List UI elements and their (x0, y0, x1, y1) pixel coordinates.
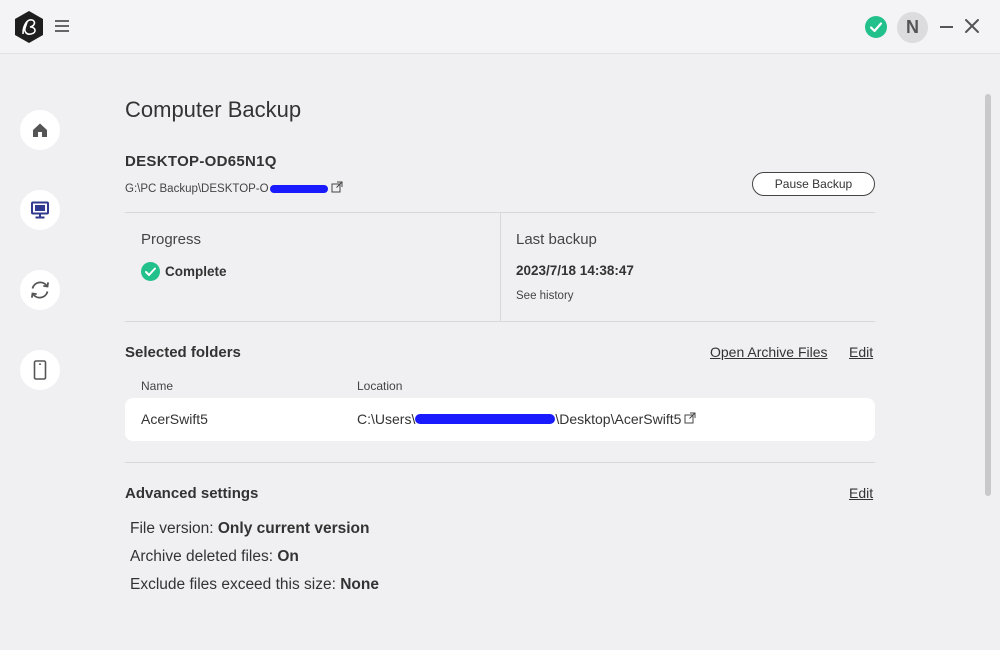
setting-label: Exclude files exceed this size: (130, 576, 341, 593)
device-path-text: G:\PC Backup\DESKTOP-O (125, 182, 269, 195)
sidebar-phone-backup-button[interactable] (20, 350, 60, 390)
progress-status-text: Complete (165, 264, 227, 279)
last-backup-time: 2023/7/18 14:38:47 (516, 263, 634, 278)
sidebar-computer-backup-button[interactable] (20, 190, 60, 230)
redaction-mark (415, 414, 556, 424)
home-icon (33, 123, 47, 137)
title-bar: N (0, 0, 1000, 54)
folder-location: C:\Users\ \Desktop\AcerSwift5 (357, 411, 696, 427)
divider-vertical (500, 213, 501, 321)
setting-value: Only current version (217, 520, 370, 537)
see-history-link[interactable]: See history (516, 290, 574, 302)
divider (125, 462, 875, 463)
selected-folders-title: Selected folders (125, 344, 241, 361)
advanced-settings-title: Advanced settings (125, 485, 259, 502)
progress-status: Complete (141, 262, 227, 281)
external-link-icon[interactable] (331, 181, 343, 196)
setting-exclude-size: Exclude files exceed this size: None (130, 576, 379, 594)
device-backup-path: G:\PC Backup\DESKTOP-O (125, 181, 343, 196)
setting-label: File version: (130, 520, 218, 537)
folder-location-suffix: \Desktop\AcerSwift5 (555, 411, 682, 427)
avatar[interactable]: N (897, 12, 928, 43)
progress-label: Progress (141, 231, 202, 248)
redaction-mark (269, 184, 328, 193)
setting-archive-deleted: Archive deleted files: On (130, 548, 299, 566)
folder-name: AcerSwift5 (141, 411, 208, 427)
monitor-icon (31, 201, 49, 219)
check-circle-icon[interactable] (865, 16, 887, 38)
setting-value: On (277, 548, 299, 565)
scrollbar-thumb[interactable] (985, 94, 991, 496)
sidebar-home-button[interactable] (20, 110, 60, 150)
page-title: Computer Backup (125, 97, 302, 122)
column-header-location: Location (357, 379, 403, 393)
sync-icon (31, 281, 49, 299)
phone-icon (33, 360, 47, 380)
pause-backup-button[interactable]: Pause Backup (752, 172, 875, 196)
hamburger-menu-icon[interactable] (54, 17, 72, 37)
check-circle-icon (141, 262, 160, 281)
setting-value: None (340, 576, 379, 593)
device-name: DESKTOP-OD65N1Q (125, 153, 277, 170)
close-icon[interactable] (962, 16, 982, 36)
sidebar-sync-button[interactable] (20, 270, 60, 310)
column-header-name: Name (141, 379, 174, 393)
edit-advanced-link[interactable]: Edit (849, 485, 873, 501)
folder-location-prefix: C:\Users\ (357, 411, 416, 427)
divider (125, 321, 875, 322)
edit-folders-link[interactable]: Edit (849, 344, 873, 360)
setting-label: Archive deleted files: (130, 548, 278, 565)
external-link-icon[interactable] (684, 411, 696, 427)
setting-file-version: File version: Only current version (130, 520, 369, 538)
last-backup-label: Last backup (516, 231, 597, 248)
table-row: AcerSwift5 C:\Users\ \Desktop\AcerSwift5 (125, 398, 875, 441)
minimize-icon[interactable] (938, 18, 956, 36)
app-logo-icon (12, 10, 46, 44)
open-archive-files-link[interactable]: Open Archive Files (710, 344, 828, 360)
